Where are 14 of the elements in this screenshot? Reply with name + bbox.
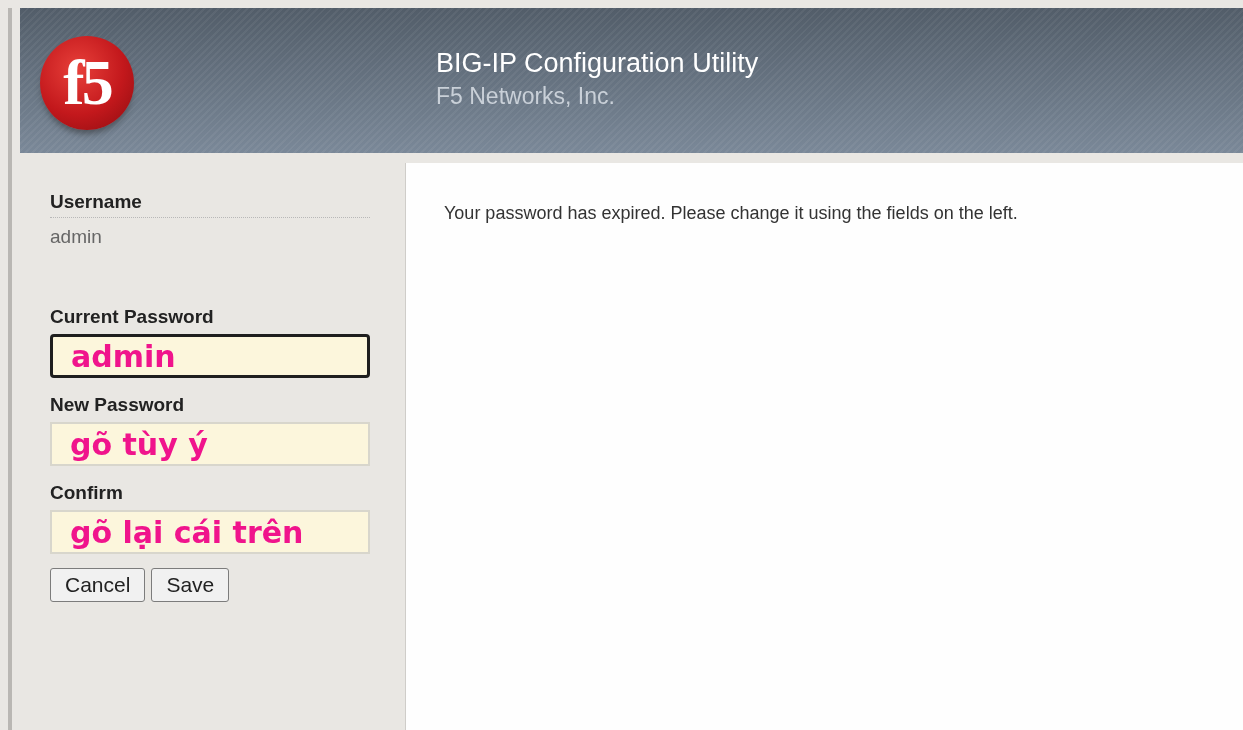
expired-message: Your password has expired. Please change it using the fields on the left.: [444, 203, 1019, 224]
logo-icon: f5: [40, 35, 134, 130]
username-label: Username: [50, 191, 370, 218]
username-value: admin: [50, 226, 103, 248]
password-field[interactable]: gõ tùy ý: [50, 422, 370, 466]
field-label: Current Password: [50, 306, 215, 328]
field-label: New Password: [50, 394, 186, 416]
company-name: F5 Networks, Inc.: [436, 82, 616, 110]
save-button[interactable]: Save: [151, 568, 230, 602]
password-field[interactable]: admin: [50, 334, 370, 378]
field-label: Confirm: [50, 482, 124, 504]
app-title: BIG-IP Configuration Utility: [436, 47, 759, 79]
password-field[interactable]: gõ lại cái trên: [50, 510, 370, 554]
cancel-button[interactable]: Cancel: [50, 568, 146, 602]
